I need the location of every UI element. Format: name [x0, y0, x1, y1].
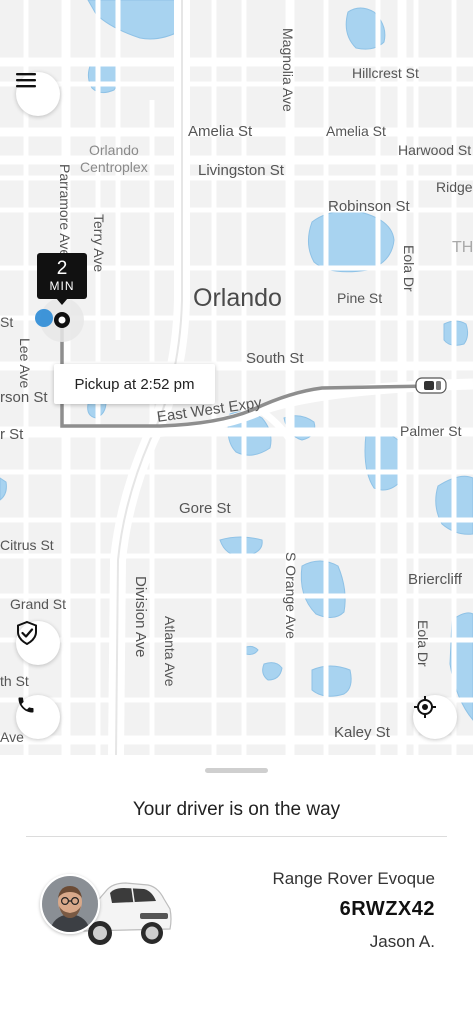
- street-label: S Orange Ave: [283, 552, 299, 639]
- menu-button[interactable]: [16, 72, 60, 116]
- pickup-time-text: Pickup at 2:52 pm: [74, 375, 195, 393]
- eta-unit: MIN: [49, 279, 75, 293]
- street-label: Pine St: [337, 290, 383, 306]
- city-label: Orlando: [193, 284, 282, 312]
- recenter-location-button[interactable]: [413, 695, 457, 739]
- hamburger-menu-icon: [16, 73, 36, 88]
- street-label: Ridge: [436, 179, 473, 195]
- street-label: Eola Dr: [401, 245, 417, 292]
- trip-status-sheet[interactable]: Your driver is on the way Range Rover Ev…: [0, 755, 473, 1024]
- lake-orange: [300, 560, 346, 618]
- street-label: TH: [452, 239, 473, 256]
- safety-button[interactable]: [16, 621, 60, 665]
- phone-icon: [18, 697, 34, 713]
- street-label: Eola Dr: [415, 620, 431, 667]
- lake-bottom-center: [311, 665, 352, 697]
- lake-top-left: [87, 61, 120, 94]
- shield-check-icon: [17, 621, 37, 645]
- eta-badge: 2 MIN: [37, 253, 87, 305]
- street-label: Atlanta Ave: [162, 616, 178, 687]
- driver-name: Jason A.: [369, 932, 435, 951]
- street-label: Hillcrest St: [352, 65, 419, 81]
- lake-eola: [308, 210, 395, 273]
- street-label: Ave: [0, 729, 24, 745]
- lake-small-2: [262, 662, 283, 681]
- street-label: Grand St: [10, 596, 67, 612]
- street-label: Magnolia Ave: [280, 28, 296, 112]
- trip-status-title: Your driver is on the way: [132, 799, 341, 820]
- lake-left-edge: [0, 477, 7, 501]
- call-driver-button[interactable]: [16, 695, 60, 739]
- street-label: rson St: [0, 389, 48, 406]
- street-label: Terry Ave: [91, 214, 107, 273]
- crosshair-locate-icon: [414, 696, 436, 718]
- sheet-drag-handle[interactable]: [205, 768, 268, 773]
- divider: [26, 836, 447, 837]
- street-label: Kaley St: [334, 724, 390, 741]
- street-label: Robinson St: [328, 198, 410, 215]
- car-marker: [415, 377, 447, 394]
- street-label: Citrus St: [0, 537, 54, 553]
- street-label: Lee Ave: [17, 338, 33, 389]
- eta-value: 2: [56, 258, 68, 279]
- street-label: th St: [0, 673, 29, 689]
- place-label: Centroplex: [80, 159, 148, 175]
- lake-top-center: [87, 0, 183, 40]
- street-label: r St: [0, 426, 24, 443]
- license-plate: 6RWZX42: [339, 898, 435, 920]
- map-view[interactable]: Hillcrest St Magnolia Ave Amelia St Amel…: [0, 0, 473, 755]
- street-label: Division Ave: [132, 576, 149, 658]
- pickup-callout[interactable]: Pickup at 2:52 pm: [54, 364, 215, 404]
- street-label: Gore St: [179, 500, 231, 517]
- vehicle-model: Range Rover Evoque: [272, 869, 435, 888]
- street-label: Parramore Ave: [57, 164, 73, 258]
- street-label: St: [0, 314, 14, 330]
- street-label: South St: [246, 350, 304, 367]
- street-label: Livingston St: [198, 162, 284, 179]
- street-label: Briercliff: [408, 571, 462, 588]
- street-label: Amelia St: [326, 123, 386, 139]
- street-label: Palmer St: [400, 423, 462, 439]
- lake-gore: [219, 536, 263, 557]
- street-label: Harwood St: [398, 142, 472, 158]
- place-label: Orlando: [89, 142, 139, 158]
- driver-avatar: [40, 874, 100, 934]
- street-label: Amelia St: [188, 123, 253, 140]
